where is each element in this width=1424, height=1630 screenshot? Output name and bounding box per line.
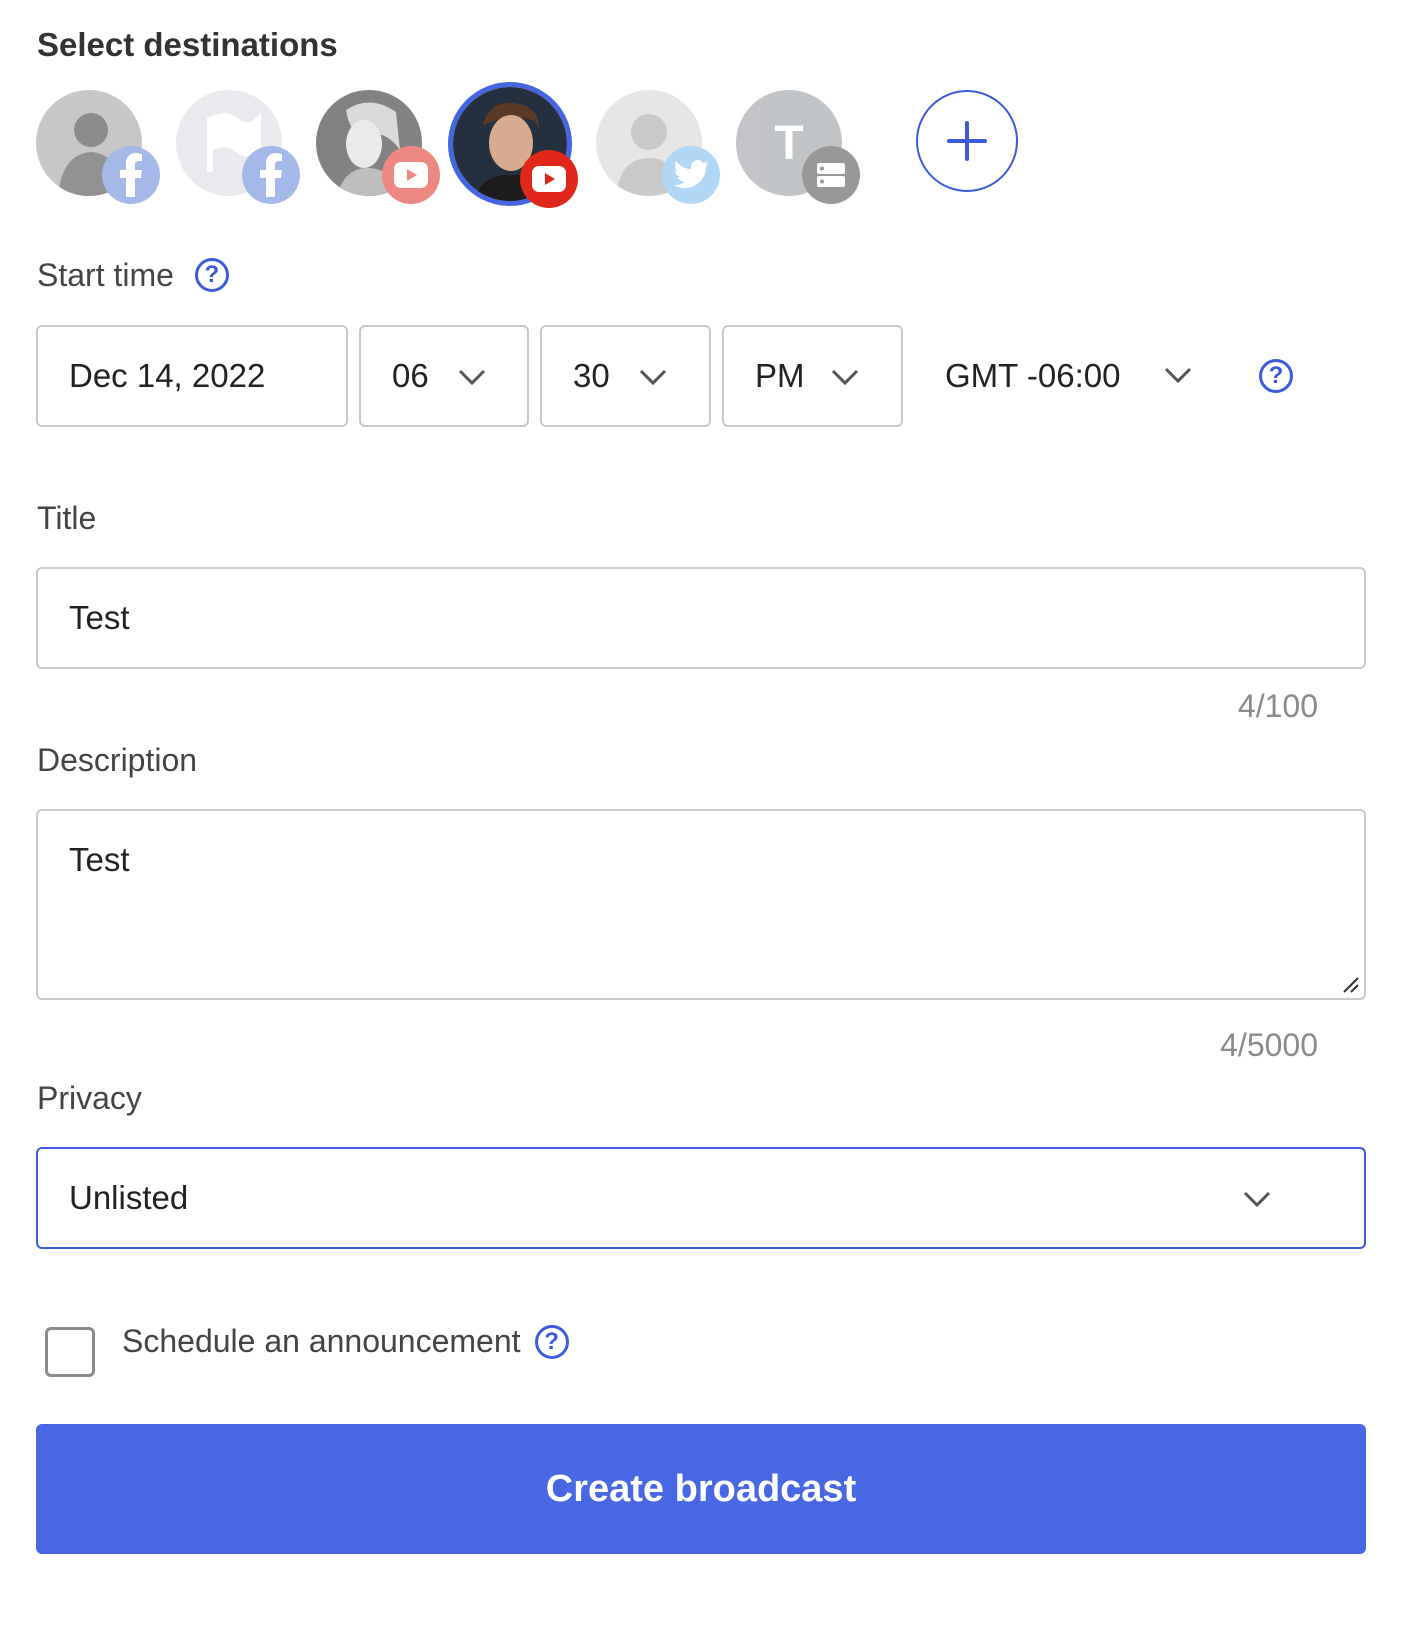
timezone-select[interactable]: GMT -06:00 — [945, 325, 1205, 427]
destination-list: T — [36, 82, 1036, 208]
date-input[interactable]: Dec 14, 2022 — [36, 325, 348, 427]
start-time-help-icon[interactable]: ? — [194, 257, 229, 292]
avatar-initial: T — [774, 116, 804, 170]
facebook-icon — [102, 146, 160, 204]
schedule-announcement-checkbox[interactable] — [45, 1327, 95, 1377]
destination-facebook-page[interactable] — [176, 90, 300, 204]
announcement-help-icon[interactable]: ? — [534, 1324, 569, 1359]
server-icon — [802, 146, 860, 204]
hour-select[interactable]: 06 — [359, 325, 529, 427]
chevron-down-icon — [831, 369, 859, 386]
destination-facebook-profile[interactable] — [36, 90, 160, 204]
description-textarea[interactable]: Test — [36, 809, 1366, 1000]
schedule-announcement-label[interactable]: Schedule an announcement — [122, 1323, 521, 1360]
privacy-select[interactable]: Unlisted — [36, 1147, 1366, 1249]
chevron-down-icon — [458, 369, 486, 386]
add-destination-button[interactable] — [916, 90, 1018, 192]
twitter-icon — [662, 146, 720, 204]
start-time-label-row: Start time ? — [37, 257, 229, 294]
minute-select[interactable]: 30 — [540, 325, 711, 427]
timezone-help-icon[interactable]: ? — [1259, 359, 1293, 393]
destination-youtube-selected[interactable] — [448, 82, 578, 208]
schedule-announcement-row: Schedule an announcement ? — [122, 1323, 569, 1360]
description-char-counter: 4/5000 — [1220, 1027, 1318, 1063]
facebook-icon — [242, 146, 300, 204]
plus-icon — [947, 121, 987, 161]
destination-youtube-channel[interactable] — [316, 90, 440, 204]
destination-custom-server[interactable]: T — [736, 90, 860, 204]
title-label: Title — [37, 500, 97, 536]
create-broadcast-form: Select destinations T Start time ? Dec 1… — [0, 0, 1424, 1630]
privacy-label: Privacy — [37, 1080, 142, 1116]
title-char-counter: 4/100 — [1237, 688, 1318, 724]
select-destinations-heading: Select destinations — [37, 26, 338, 63]
create-broadcast-button[interactable]: Create broadcast — [36, 1424, 1366, 1554]
ampm-select[interactable]: PM — [722, 325, 903, 427]
title-input[interactable]: Test — [36, 567, 1366, 669]
youtube-icon — [382, 146, 440, 204]
chevron-down-icon — [1243, 1191, 1271, 1208]
chevron-down-icon — [639, 369, 667, 386]
destination-twitter[interactable] — [596, 90, 720, 204]
description-label: Description — [37, 742, 198, 778]
resize-handle-icon[interactable] — [1340, 974, 1360, 994]
chevron-down-icon — [1164, 367, 1192, 384]
start-time-label: Start time — [37, 257, 174, 293]
youtube-icon — [520, 150, 578, 208]
